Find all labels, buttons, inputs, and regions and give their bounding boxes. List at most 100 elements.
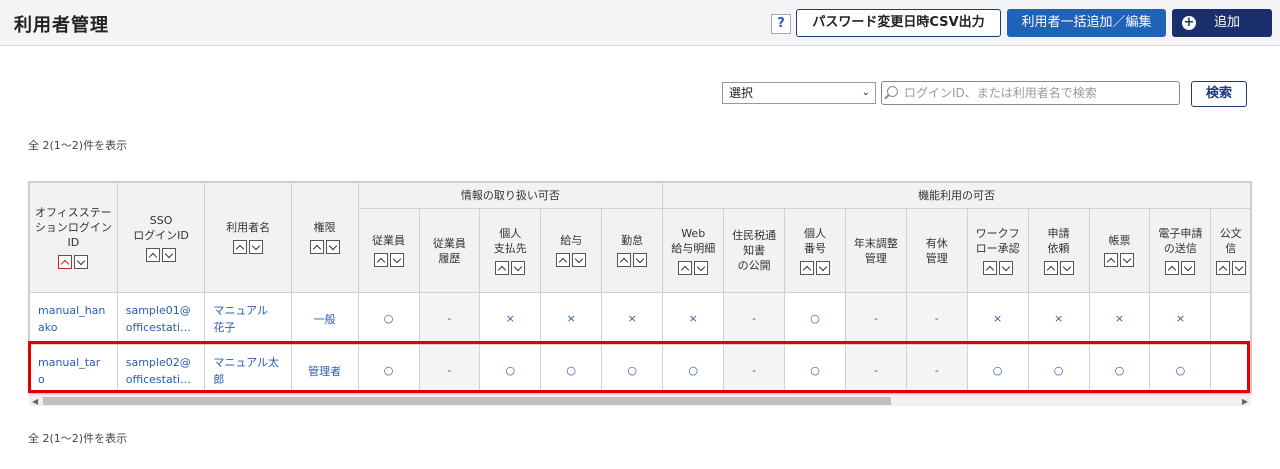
cell-permission: ○ — [479, 344, 542, 393]
cell-permission: ○ — [784, 344, 847, 393]
cell-permission: ○ — [601, 344, 664, 393]
header-label: 給与 — [560, 234, 583, 247]
sort-desc-icon[interactable] — [572, 253, 587, 267]
sort-desc-icon[interactable] — [1231, 260, 1246, 275]
search-button[interactable]: 検索 — [1191, 81, 1247, 107]
cell-permission: × — [662, 292, 725, 345]
group-header-info: 情報の取り扱い可否 — [357, 182, 664, 209]
bulk-add-edit-button[interactable]: 利用者一括追加／編集 — [1007, 9, 1166, 37]
sort-asc-icon[interactable] — [1043, 260, 1058, 275]
header-func-2: 個人 番号 — [784, 208, 847, 293]
sort-desc-icon[interactable] — [162, 247, 177, 262]
header-func-7: 帳票 — [1088, 208, 1151, 293]
header-user-name-label: 利用者名 — [226, 221, 271, 234]
cell-permission: ○ — [540, 344, 603, 393]
cell-permission: - — [723, 292, 786, 345]
add-user-button[interactable]: + 追加 — [1172, 9, 1272, 37]
cell-permission: - — [905, 292, 968, 345]
header-func-9: 公文 信 — [1210, 208, 1251, 293]
sort-asc-icon[interactable] — [373, 253, 388, 267]
cell-permission: ○ — [784, 292, 847, 345]
cell-permission: × — [479, 292, 542, 345]
select-value: 選択 — [729, 86, 754, 100]
cell-permission — [1210, 292, 1251, 345]
header-label: 電子申請 の送信 — [1158, 226, 1203, 255]
header-info-1: 従業員 履歴 — [418, 208, 481, 293]
sort-desc-icon[interactable] — [998, 260, 1013, 275]
header-label: 年末調整 管理 — [853, 236, 898, 265]
search-input[interactable]: ログインID、または利用者名で検索 — [881, 81, 1180, 105]
table-row[interactable]: manual_tar o sample02@ officestati… マニュアル太… — [29, 344, 1251, 393]
sort-asc-icon[interactable] — [800, 260, 815, 275]
header-info-3: 給与 — [540, 208, 603, 293]
header-label: 個人 番号 — [804, 226, 827, 255]
sort-asc-icon[interactable] — [58, 255, 73, 269]
scroll-left-icon[interactable]: ◀ — [32, 397, 38, 406]
sort-asc-icon[interactable] — [982, 260, 997, 275]
cell-sso-id[interactable]: sample02@ officestati… — [116, 344, 206, 393]
header-user-name: 利用者名 — [204, 182, 292, 293]
search-type-select[interactable]: 選択 ⌄ — [722, 82, 876, 104]
sort-desc-icon[interactable] — [74, 255, 89, 269]
sort-asc-icon[interactable] — [495, 260, 510, 275]
sort-asc-icon[interactable] — [556, 253, 571, 267]
sort-desc-icon[interactable] — [249, 240, 264, 254]
header-func-3: 年末調整 管理 — [845, 208, 907, 293]
sort-asc-icon[interactable] — [146, 247, 161, 262]
sort-asc-icon[interactable] — [1215, 260, 1230, 275]
sort-desc-icon[interactable] — [1059, 260, 1074, 275]
page-title: 利用者管理 — [14, 15, 109, 36]
add-button-label: 追加 — [1214, 15, 1241, 30]
cell-permission: ○ — [1088, 344, 1151, 393]
sort-desc-icon[interactable] — [633, 253, 648, 267]
cell-name[interactable]: マニュアル太 郎 — [204, 344, 292, 393]
user-table: オフィスステーションログインID SSO ログインID 利用者名 権限 情報の取… — [29, 182, 1251, 393]
cell-name[interactable]: マニュアル 花子 — [204, 292, 292, 345]
sort-desc-icon[interactable] — [1181, 260, 1196, 275]
cell-permission: ○ — [662, 344, 725, 393]
header-func-8: 電子申請 の送信 — [1149, 208, 1212, 293]
header-func-0: Web 給与明細 — [662, 208, 725, 293]
cell-permission: × — [1149, 292, 1212, 345]
cell-permission: × — [540, 292, 603, 345]
sort-asc-icon[interactable] — [1165, 260, 1180, 275]
sort-desc-icon[interactable] — [511, 260, 526, 275]
sort-asc-icon[interactable] — [1104, 253, 1119, 267]
header-login-id: オフィスステーションログインID — [29, 182, 118, 293]
sort-asc-icon[interactable] — [233, 240, 248, 254]
header-sso-id: SSO ログインID — [116, 182, 206, 293]
sort-desc-icon[interactable] — [1120, 253, 1135, 267]
result-count-bottom: 全 2(1～2)件を表示 — [28, 432, 128, 445]
sort-desc-icon[interactable] — [325, 240, 340, 254]
sort-asc-icon[interactable] — [678, 260, 693, 275]
sort-desc-icon[interactable] — [389, 253, 404, 267]
password-csv-export-button[interactable]: パスワード変更日時CSV出力 — [796, 9, 1001, 37]
result-count-top: 全 2(1～2)件を表示 — [28, 139, 128, 152]
header-label: 個人 支払先 — [493, 226, 527, 255]
cell-role[interactable]: 一般 — [290, 292, 359, 345]
header-info-2: 個人 支払先 — [479, 208, 542, 293]
header-info-4: 勤怠 — [601, 208, 664, 293]
plus-circle-icon: + — [1182, 15, 1196, 30]
cell-permission: ○ — [357, 292, 420, 345]
cell-login-id[interactable]: manual_han ako — [29, 292, 118, 345]
header-label: 住民税通 知書 の公開 — [732, 229, 777, 272]
sort-asc-icon[interactable] — [617, 253, 632, 267]
horizontal-scrollbar[interactable]: ◀ ▶ — [29, 394, 1251, 406]
page-header: 利用者管理 ? パスワード変更日時CSV出力 利用者一括追加／編集 + 追加 — [0, 0, 1280, 46]
cell-sso-id[interactable]: sample01@ officestati… — [116, 292, 206, 345]
header-label: 有休 管理 — [925, 236, 948, 265]
sort-desc-icon[interactable] — [694, 260, 709, 275]
sort-asc-icon[interactable] — [309, 240, 324, 254]
table-row[interactable]: manual_han ako sample01@ officestati… マニュア… — [29, 292, 1251, 345]
header-label: Web 給与明細 — [671, 226, 716, 255]
scroll-thumb[interactable] — [43, 397, 891, 405]
help-button[interactable]: ? — [771, 14, 791, 34]
cell-role[interactable]: 管理者 — [290, 344, 359, 393]
scroll-right-icon[interactable]: ▶ — [1242, 397, 1248, 406]
sort-desc-icon[interactable] — [816, 260, 831, 275]
header-label: 帳票 — [1108, 234, 1131, 247]
cell-login-id[interactable]: manual_tar o — [29, 344, 118, 393]
header-func-5: ワークフ ロー承認 — [966, 208, 1029, 293]
header-label: 公文 信 — [1219, 226, 1242, 255]
